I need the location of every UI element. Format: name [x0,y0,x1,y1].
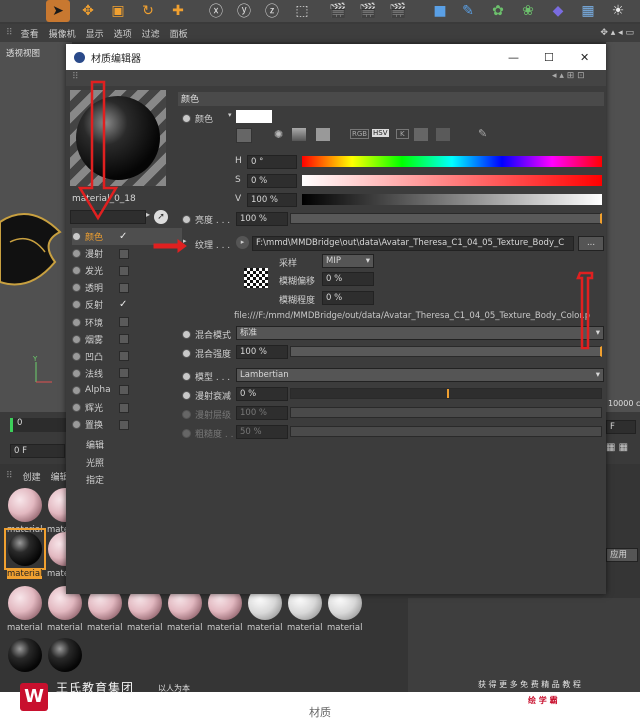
y-axis-icon[interactable]: ⓨ [232,0,256,22]
render-picture-icon[interactable]: 🎬 [356,0,380,22]
caption: 材质 [309,706,331,719]
viewport-menubar: ⠿ 查看 摄像机 显示 选项 过滤 面板 ✥ ▴ ◂ ▭ [0,24,640,42]
material-thumbnail-label: material [247,623,283,633]
menu-filter[interactable]: 过滤 [142,27,160,40]
grip-icon: ⠿ [6,471,13,481]
light-icon[interactable]: ☀ [606,0,630,22]
viewport-nav-icons[interactable]: ✥ ▴ ◂ ▭ [600,28,634,38]
material-thumbnail[interactable] [4,528,46,570]
material-thumbnail-label: material [327,623,363,633]
material-thumbnail[interactable] [6,636,44,674]
main-toolbar: ➤ ✥ ▣ ↻ ✚ ⓧ ⓨ ⓩ ⬚ 🎬 🎬 🎬 ■ ✎ ✿ ❀ ◆ ▦ ☀ [0,0,640,22]
cinema4d-logo-icon [74,51,85,63]
minimize-button[interactable]: — [508,51,519,64]
material-ball [8,638,42,672]
material-thumbnail-label: material [87,623,123,633]
material-thumbnail[interactable] [46,636,84,674]
cube-icon[interactable]: ■ [428,0,452,22]
material-thumbnail-label: material [7,623,43,633]
menu-display[interactable]: 显示 [86,27,104,40]
material-thumbnail-label: material [287,623,323,633]
render-settings-icon[interactable]: 🎬 [386,0,410,22]
scale-icon[interactable]: ▣ [106,0,130,22]
apply-button[interactable]: 应用 [606,548,638,562]
right-arrow-annotation [153,239,187,253]
material-thumbnail-label: material [47,623,83,633]
company-name: 王氏教育集团 [56,681,135,695]
x-axis-icon[interactable]: ⓧ [204,0,228,22]
deformer-icon[interactable]: ❀ [516,0,540,22]
annotation-arrows [77,80,594,350]
viewport-label: 透视视图 [6,49,41,59]
menu-panel[interactable]: 面板 [170,27,188,40]
material-thumbnail-label: material [127,623,163,633]
menu-options[interactable]: 选项 [114,27,132,40]
menu-view[interactable]: 查看 [21,27,39,40]
maximize-button[interactable]: ☐ [544,51,554,64]
close-button[interactable]: ✕ [580,51,589,64]
material-ball [48,638,82,672]
tab-create[interactable]: 创建 [23,470,41,483]
window-titlebar[interactable]: 材质编辑器 — ☐ ✕ [66,44,606,70]
material-thumbnail-label: material [7,569,43,579]
company-slogan: 以人为本 [158,684,190,693]
channel-assign[interactable]: 指定 [86,473,104,486]
generator-icon[interactable]: ✿ [486,0,510,22]
material-manager-tabs: ⠿ 创建 编辑 [0,468,69,484]
live-select-icon[interactable]: ➤ [46,0,70,22]
down-arrow-annotation [77,80,119,221]
pen-icon[interactable]: ✎ [456,0,480,22]
material-thumbnail[interactable] [6,584,44,622]
material-ball [8,586,42,620]
floor-icon[interactable]: ▦ [576,0,600,22]
material-ball [8,532,42,566]
material-thumbnail-label: material [167,623,203,633]
grip-icon: ⠿ [6,28,13,38]
material-ball [8,488,42,522]
spline-icon[interactable]: ◆ [546,0,570,22]
menu-camera[interactable]: 摄像机 [49,27,76,40]
window-title: 材质编辑器 [91,53,141,65]
coord-system-icon[interactable]: ⬚ [290,0,314,22]
material-thumbnail-label: material [207,623,243,633]
promo-text: 获 得 更 多 免 费 精 品 教 程 [478,680,581,689]
up-arrow-annotation [576,271,594,350]
move-icon[interactable]: ✥ [76,0,100,22]
watermark-band: W 王氏教育集团 以人为本 获 得 更 多 免 费 精 品 教 程 [0,676,640,711]
add-icon[interactable]: ✚ [166,0,190,22]
material-thumbnail[interactable] [6,486,44,524]
rotate-icon[interactable]: ↻ [136,0,160,22]
render-view-icon[interactable]: 🎬 [326,0,350,22]
z-axis-icon[interactable]: ⓩ [260,0,284,22]
